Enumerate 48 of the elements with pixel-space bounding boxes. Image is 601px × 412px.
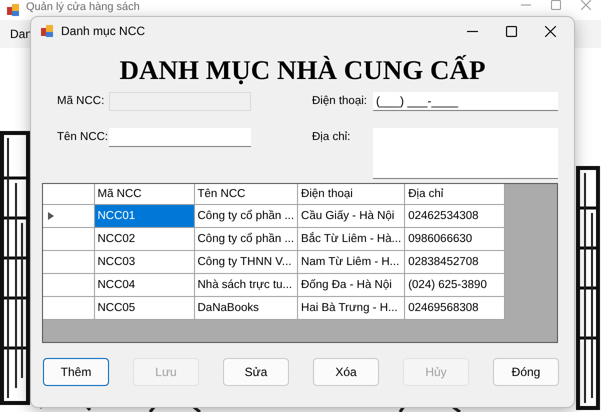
table-cell[interactable]: NCC04 [94, 273, 194, 296]
phone-field[interactable]: (___) ___-____ [373, 92, 558, 111]
table-cell[interactable]: Nam Từ Liêm - H... [298, 250, 405, 273]
column-header[interactable]: Điện thoại [298, 184, 405, 204]
table-cell[interactable]: 02838452708 [404, 250, 505, 273]
app-icon [40, 24, 54, 38]
action-button[interactable]: Đóng [493, 358, 559, 386]
column-header[interactable]: Địa chỉ [404, 184, 505, 204]
field-label: Mã NCC: [57, 95, 104, 107]
action-button[interactable]: Thêm [43, 358, 109, 386]
text-field[interactable] [109, 128, 251, 147]
table-cell[interactable]: 02462534308 [404, 204, 505, 227]
table-cell[interactable]: Bắc Từ Liêm - Hà... [298, 227, 405, 250]
row-header-cell[interactable] [43, 296, 94, 319]
action-button[interactable]: Sửa [223, 358, 289, 386]
table-cell[interactable]: Công ty cổ phần ... [194, 204, 298, 227]
current-row-icon [48, 212, 54, 220]
column-header[interactable]: Mã NCC [94, 184, 194, 204]
window-title: Quản lý cửa hàng sách [26, 1, 140, 14]
field-label: Tên NCC: [57, 131, 108, 143]
table-cell[interactable]: Nhà sách trực tu... [194, 273, 298, 296]
table-cell[interactable]: (024) 625-3890 [404, 273, 505, 296]
close-icon[interactable] [545, 26, 556, 36]
table-cell[interactable]: Công ty THNN V... [194, 250, 298, 273]
window-title: Danh mục NCC [61, 24, 146, 38]
table-cell[interactable]: NCC05 [94, 296, 194, 319]
field-label: Điện thoại: [312, 95, 367, 107]
app-icon [6, 3, 20, 17]
column-header[interactable]: Tên NCC [194, 184, 298, 204]
maximize-icon[interactable] [506, 26, 517, 36]
row-header-cell[interactable] [43, 250, 94, 273]
table-cell[interactable]: Đống Đa - Hà Nội [298, 273, 405, 296]
form-heading: DANH MỤC NHÀ CUNG CẤP [120, 55, 486, 86]
table-cell[interactable]: 0986066630 [404, 227, 505, 250]
table-cell[interactable]: NCC02 [94, 227, 194, 250]
table-cell[interactable]: Hai Bà Trưng - H... [298, 296, 405, 319]
action-button[interactable]: Xóa [313, 358, 379, 386]
address-field[interactable] [373, 128, 558, 179]
table-cell[interactable]: NCC03 [94, 250, 194, 273]
field-label: Địa chỉ: [312, 131, 350, 143]
row-header-cell[interactable] [43, 273, 94, 296]
table-cell[interactable]: Cầu Giấy - Hà Nội [298, 204, 405, 227]
row-header-cell[interactable] [43, 227, 94, 250]
row-header-cell[interactable] [43, 204, 94, 227]
table-cell[interactable]: NCC01 [94, 204, 194, 227]
table-cell[interactable]: 02469568308 [404, 296, 505, 319]
table-cell[interactable]: Công ty cổ phần ... [194, 227, 298, 250]
table-cell[interactable]: DaNaBooks [194, 296, 298, 319]
